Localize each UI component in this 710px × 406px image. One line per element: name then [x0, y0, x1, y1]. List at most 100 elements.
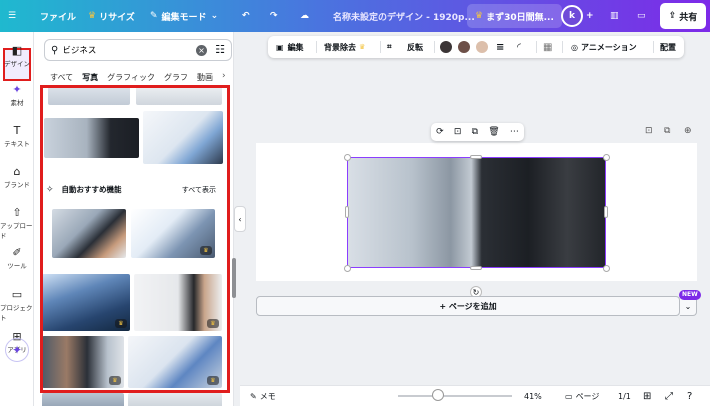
lock-icon[interactable]: ⊡ [454, 127, 462, 137]
zoom-slider-track[interactable] [398, 395, 512, 397]
search-box[interactable]: ⚲ × ☷ [44, 39, 232, 61]
animate-label: アニメーション [580, 42, 637, 52]
add-page-icon[interactable]: ⊕ [684, 126, 692, 136]
edit-mode-label: 編集モード [161, 12, 207, 23]
rail-label: テキスト [4, 140, 30, 148]
zoom-level[interactable]: 41% [524, 386, 542, 406]
page-count: 1/1 [618, 391, 631, 401]
photo-result[interactable]: ♛ [128, 336, 222, 388]
brand-icon: ⌂ [13, 165, 21, 178]
comment-icon[interactable]: ▭ [637, 0, 646, 32]
photo-result[interactable] [42, 393, 124, 406]
zoom-slider-handle[interactable] [432, 389, 444, 401]
delete-icon[interactable]: 🗑 [488, 127, 499, 137]
animate-button[interactable]: ◎ アニメーション [571, 36, 637, 58]
tab-photos[interactable]: 写真 [82, 72, 98, 83]
share-button[interactable]: ⇪ 共有 [660, 3, 706, 29]
resize-handle[interactable] [603, 265, 610, 272]
crop-icon[interactable]: ⌗ [387, 36, 392, 58]
premium-crown-icon: ♛ [207, 376, 219, 385]
corner-rounding-icon[interactable]: ◜ [517, 36, 521, 58]
see-all-link[interactable]: すべて表示 [182, 185, 216, 195]
search-input[interactable] [62, 45, 181, 55]
resize-handle[interactable] [345, 206, 349, 218]
add-page-button[interactable]: + ページを追加 [256, 296, 680, 316]
free-trial-button[interactable]: ♛ まず30日間無... [467, 4, 562, 28]
hamburger-menu-icon[interactable]: ☰ [8, 0, 16, 32]
filter-icon[interactable]: ☷ [215, 43, 225, 56]
fullscreen-icon[interactable]: ⤢ [665, 386, 673, 406]
color-swatch[interactable] [476, 41, 488, 53]
tab-all[interactable]: すべて [50, 72, 73, 83]
tab-charts[interactable]: グラフ [164, 72, 188, 83]
edit-mode-dropdown[interactable]: ✎ 編集モード ⌄ [150, 0, 218, 32]
more-icon[interactable]: ⋯ [510, 127, 519, 137]
color-swatch[interactable] [458, 41, 470, 53]
redo-icon[interactable]: ↷ [270, 0, 278, 32]
photo-result[interactable] [128, 393, 222, 406]
edit-label: 編集 [287, 42, 304, 52]
new-badge: NEW [679, 290, 701, 300]
bg-remove-label: 背景除去 [324, 42, 356, 52]
border-style-icon[interactable]: ≡ [496, 36, 504, 58]
collapse-panel-button[interactable]: ‹ [234, 206, 246, 232]
upload-icon: ⇧ [12, 206, 22, 219]
photo-result[interactable] [44, 118, 139, 158]
rail-item-upload[interactable]: ⇧ アップロード [0, 206, 34, 240]
edit-photo-button[interactable]: ▣ 編集 [276, 36, 304, 58]
position-button[interactable]: 配置 [660, 36, 676, 58]
photo-result[interactable] [52, 209, 126, 258]
rail-item-brand[interactable]: ⌂ ブランド [0, 165, 34, 189]
rail-item-tools[interactable]: ✐ ツール [0, 246, 34, 270]
rail-item-projects[interactable]: ▭ プロジェクト [0, 288, 34, 322]
resize-handle[interactable] [344, 265, 351, 272]
clear-search-icon[interactable]: × [196, 45, 207, 56]
duplicate-icon[interactable]: ⧉ [472, 127, 478, 137]
rail-item-text[interactable]: T テキスト [0, 124, 34, 148]
file-menu-button[interactable]: ファイル [40, 0, 76, 32]
bg-remove-button[interactable]: 背景除去 ♛ [324, 36, 365, 58]
undo-icon[interactable]: ↶ [242, 0, 250, 32]
resize-handle[interactable] [470, 266, 482, 270]
rail-item-elements[interactable]: ✦ 素材 [0, 83, 34, 107]
photo-result[interactable]: ♛ [131, 209, 215, 258]
rail-item-design[interactable]: ◧ デザイン [0, 44, 34, 68]
tab-graphics[interactable]: グラフィック [107, 72, 155, 83]
resize-button[interactable]: ♛ リサイズ [88, 0, 135, 32]
chevron-left-icon: ‹ [238, 214, 242, 224]
premium-crown-icon: ♛ [200, 246, 212, 255]
transparency-icon[interactable]: ▦ [543, 36, 552, 58]
photo-result[interactable]: ♛ [42, 274, 130, 331]
tabs-scroll-right-icon[interactable]: › [222, 71, 226, 81]
resize-handle[interactable] [470, 155, 482, 159]
tab-videos[interactable]: 動画 [197, 72, 213, 83]
document-title[interactable]: 名称未設定のデザイン - 1920p... [333, 0, 475, 32]
magic-sparkle-button[interactable]: ✦ [5, 338, 29, 362]
refresh-icon[interactable]: ⟳ [436, 127, 444, 137]
pencil-icon: ✎ [150, 11, 158, 21]
avatar[interactable]: k [561, 5, 583, 27]
grid-view-icon[interactable]: ⊞ [643, 386, 651, 406]
photo-result[interactable] [143, 111, 223, 164]
lock-page-icon[interactable]: ⊡ [645, 126, 653, 136]
photo-result[interactable] [136, 85, 222, 105]
panel-scrollbar[interactable] [232, 258, 236, 298]
pages-button[interactable]: ▭ ページ [565, 386, 599, 406]
invite-plus-icon[interactable]: + [586, 0, 594, 32]
pages-icon: ▭ [565, 391, 573, 401]
photo-result[interactable] [48, 85, 130, 105]
color-swatch[interactable] [440, 41, 452, 53]
insights-icon[interactable]: ▥ [610, 0, 619, 32]
resize-handle[interactable] [344, 154, 351, 161]
resize-handle[interactable] [603, 154, 610, 161]
rail-label: アップロード [0, 222, 33, 240]
flip-button[interactable]: 反転 [407, 36, 423, 58]
resize-handle[interactable] [604, 206, 608, 218]
photo-result[interactable]: ♛ [42, 336, 124, 388]
notes-button[interactable]: ✎ メモ [250, 386, 276, 406]
duplicate-page-icon[interactable]: ⧉ [664, 126, 670, 136]
photo-result[interactable]: ♛ [134, 274, 222, 331]
recommend-title: 自動おすすめ機能 [61, 185, 122, 194]
cloud-save-icon[interactable]: ☁ [300, 0, 309, 32]
help-icon[interactable]: ? [687, 386, 692, 406]
